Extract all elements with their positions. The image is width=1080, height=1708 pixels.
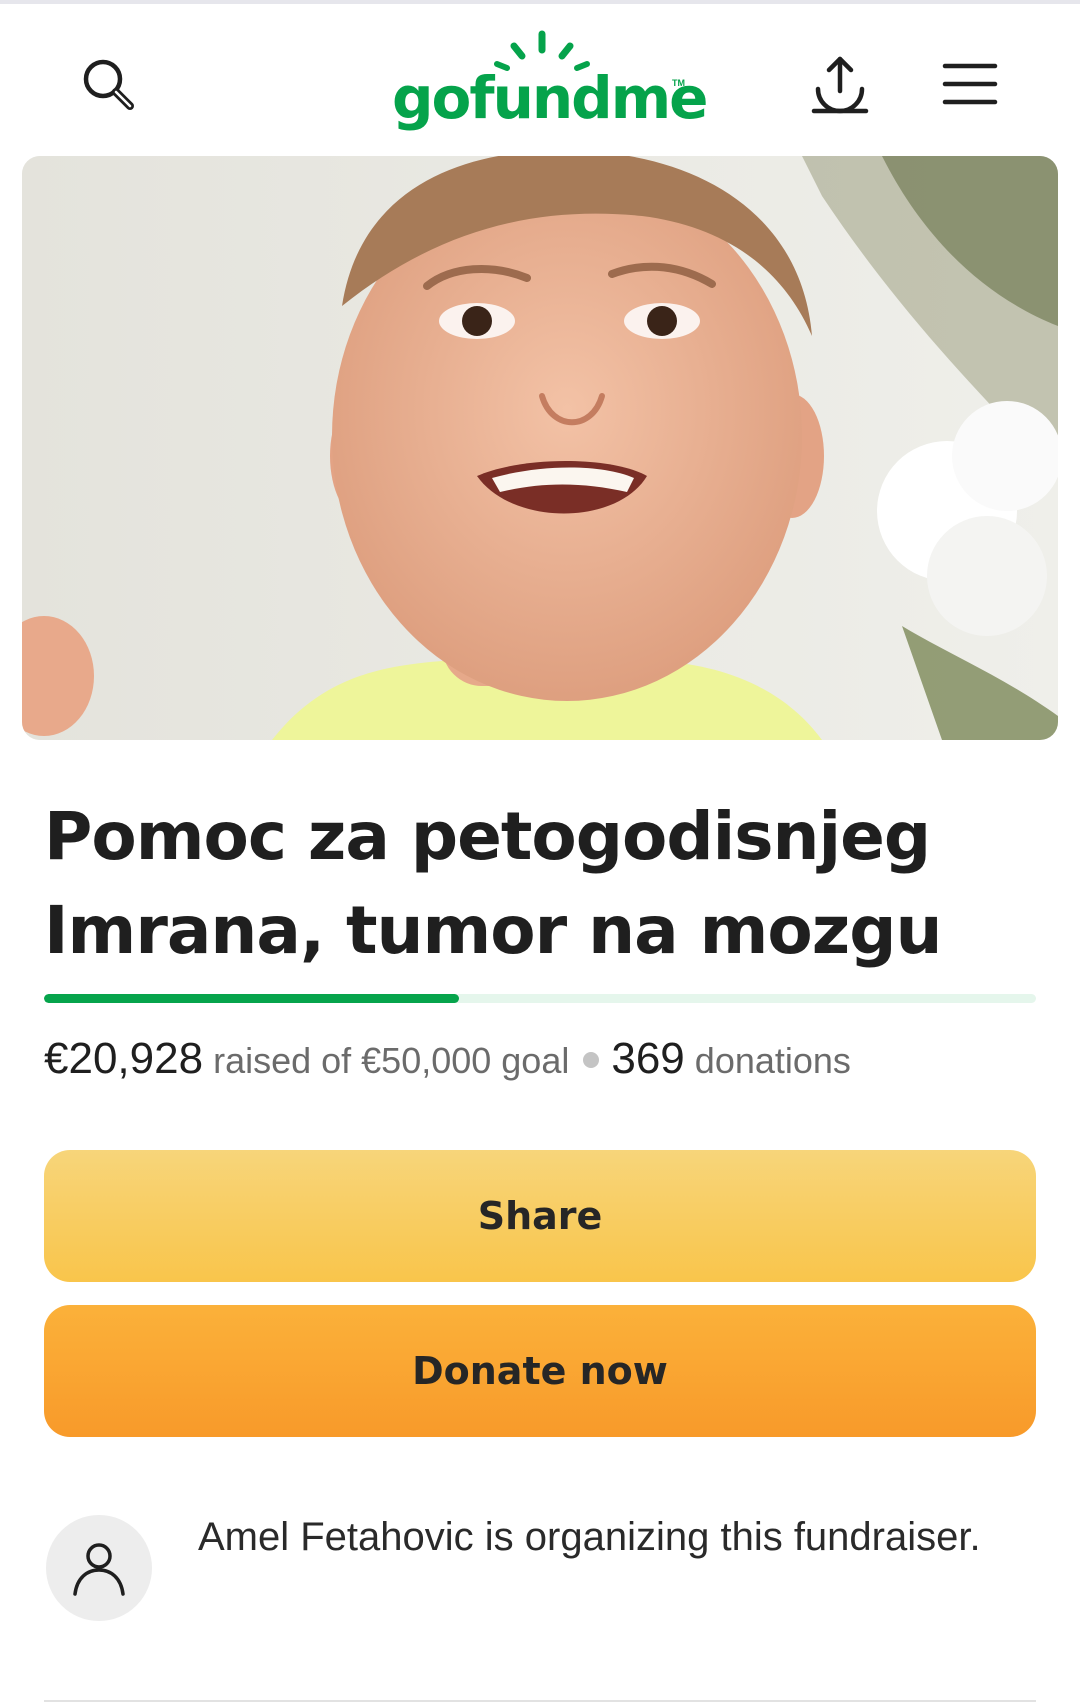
gofundme-logo[interactable]: gofundme TM (392, 28, 708, 138)
progress-bar (44, 994, 1036, 1003)
organizer-description: Amel Fetahovic is organizing this fundra… (198, 1515, 981, 1559)
donations-label: donations (694, 1040, 851, 1081)
donations-count: 369 (611, 1034, 685, 1083)
logo-trademark: TM (672, 78, 685, 88)
menu-button[interactable] (930, 44, 1010, 124)
raised-of-goal-text: raised of €50,000 goal (213, 1040, 570, 1081)
child-photo (22, 156, 1058, 740)
share-upload-icon (811, 56, 869, 114)
hamburger-menu-icon (942, 63, 998, 105)
organizer-avatar[interactable] (46, 1515, 152, 1621)
section-divider (44, 1700, 1036, 1702)
campaign-hero-image (22, 156, 1058, 740)
search-button[interactable] (68, 44, 148, 124)
share-top-button[interactable] (800, 44, 880, 124)
amount-raised: €20,928 (44, 1034, 204, 1083)
campaign-title: Pomoc za petogodisnjeg Imrana, tumor na … (44, 798, 942, 969)
progress-bar-fill (44, 994, 460, 1003)
logo-wordmark: gofundme (392, 64, 708, 132)
share-button[interactable]: Share (44, 1150, 1036, 1282)
campaign-stats: €20,928 raised of €50,000 goal 369 donati… (44, 1034, 1044, 1084)
donate-now-button[interactable]: Donate now (44, 1305, 1036, 1437)
search-icon (83, 59, 134, 110)
user-icon (73, 1543, 125, 1596)
separator-dot (583, 1052, 600, 1069)
site-header: gofundme TM (0, 4, 1080, 150)
